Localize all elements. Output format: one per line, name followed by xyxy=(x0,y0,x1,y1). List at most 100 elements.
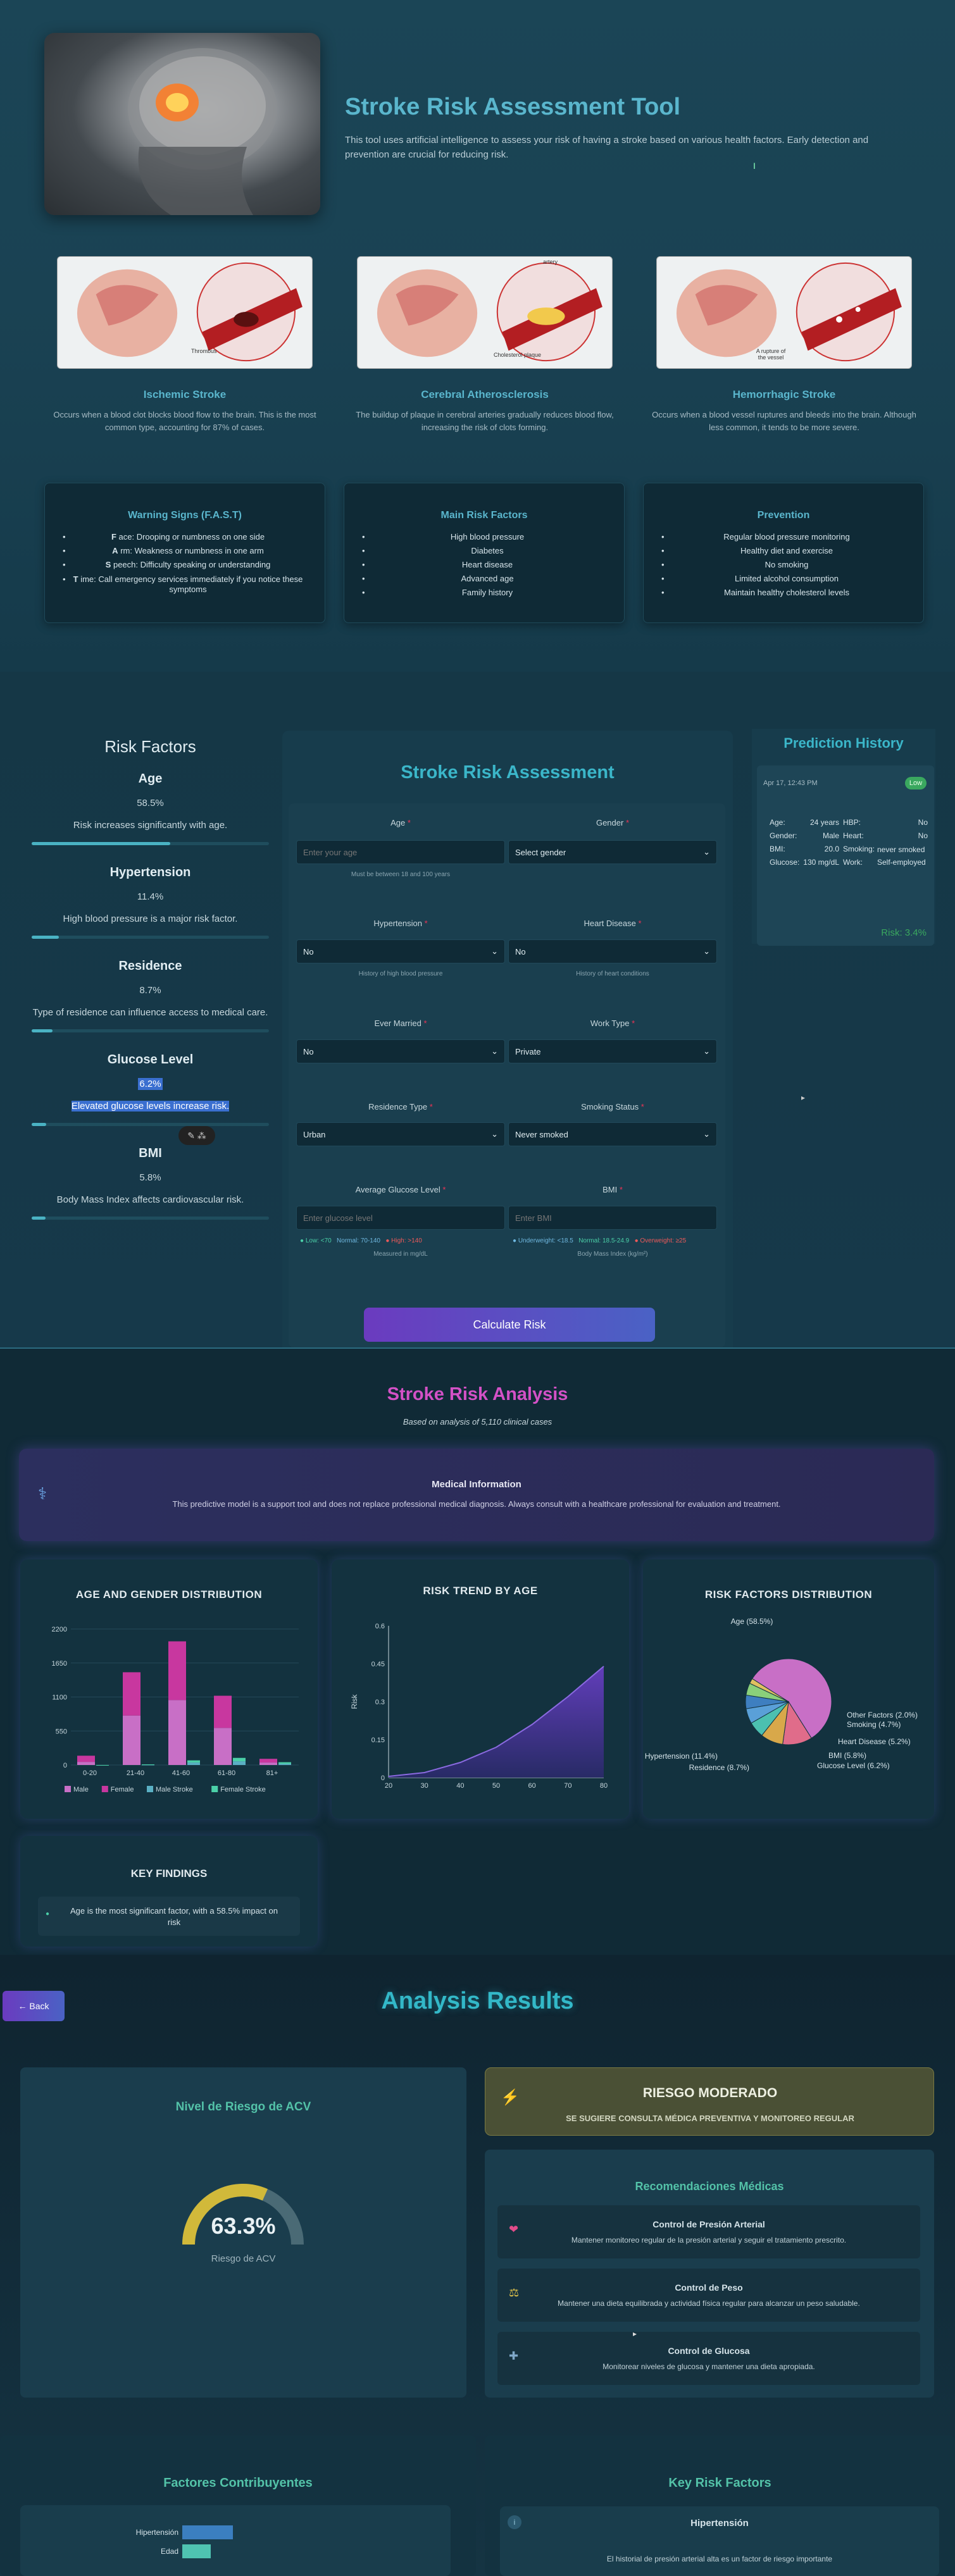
list-item: Heart disease xyxy=(344,558,624,572)
medical-info-banner: ⚕ Medical Information This predictive mo… xyxy=(19,1449,934,1541)
bmi-input[interactable] xyxy=(508,1206,717,1230)
x-tick-label: 41-60 xyxy=(172,1769,190,1777)
page-title: Stroke Risk Assessment Tool xyxy=(345,94,681,120)
age-input[interactable] xyxy=(296,840,505,864)
intro-text: This tool uses artificial intelligence t… xyxy=(345,135,869,160)
atherosclerosis-desc: The buildup of plaque in cerebral arteri… xyxy=(356,410,614,432)
y-tick-label: 0 xyxy=(381,1774,385,1782)
factor-bar xyxy=(32,1029,269,1032)
ischemic-title: Ischemic Stroke xyxy=(143,388,227,400)
ischemic-stroke-image xyxy=(57,256,313,369)
y-tick-label: 2200 xyxy=(52,1626,67,1633)
contributing-factors-title: Factores Contribuyentes xyxy=(163,2476,313,2490)
list-item: High blood pressure xyxy=(344,530,624,544)
residence-type-label: Residence Type * xyxy=(368,1102,433,1112)
contributing-factors-chart: Hipertensión Edad xyxy=(20,2505,451,2576)
calculate-risk-button[interactable]: Calculate Risk xyxy=(364,1308,655,1342)
legend-swatch xyxy=(211,1786,218,1792)
bar-hipertension xyxy=(182,2525,233,2539)
cursor-icon: ▸ xyxy=(801,1093,806,1102)
legend-label: Male xyxy=(73,1786,89,1793)
glucose-label: Average Glucose Level * xyxy=(355,1185,446,1194)
slice-label: Smoking (4.7%) xyxy=(847,1720,901,1729)
history-details: Age: 24 years HBP: No Gender: Male Heart: No B… xyxy=(770,818,928,867)
history-risk: Risk: 3.4% xyxy=(881,927,927,938)
factor-bar xyxy=(32,842,269,845)
ever-married-label: Ever Married * xyxy=(374,1019,427,1028)
hypertension-hint: History of high blood pressure xyxy=(358,970,443,977)
chevron-down-icon: ⌄ xyxy=(491,1129,498,1139)
risk-trend-chart-card: RISK TREND BY AGE 0 0.15 0.3 0.45 0.6 20 30 40 5… xyxy=(332,1559,629,1819)
analysis-subtitle: Based on analysis of 5,110 clinical case… xyxy=(403,1417,552,1427)
x-tick-label: 81+ xyxy=(266,1769,278,1777)
key-risk-factors-section: Key Risk Factors i Hipertensión El histo… xyxy=(485,2436,955,2576)
history-entry-card[interactable]: Apr 17, 12:43 PM Low Age: 24 years HBP: No … xyxy=(757,765,934,946)
bar-female xyxy=(214,1695,232,1728)
bar-male-stroke xyxy=(278,1764,291,1765)
age-gender-bar-chart: 0 550 1100 1650 2200 0-20 21-40 41-60 61-80 81+ Ma… xyxy=(52,1626,299,1793)
legend-swatch xyxy=(65,1786,71,1792)
legend-label: Female xyxy=(111,1786,134,1793)
results-title: Analysis Results xyxy=(381,1988,574,2014)
ever-married-select[interactable]: No ⌄ xyxy=(296,1039,505,1063)
ischemic-desc: Occurs when a blood clot blocks blood fl… xyxy=(53,410,316,432)
list-item: Limited alcohol consumption xyxy=(644,572,923,586)
y-tick-label: 0.15 xyxy=(371,1737,385,1744)
bmi-legend: ● Underweight: <18.5 Normal: 18.5-24.9 ●… xyxy=(513,1237,687,1244)
hypertension-label: Hypertension * xyxy=(373,919,428,928)
translate-popup-icon[interactable]: ✎ ⁂ xyxy=(178,1126,215,1145)
text-cursor-icon: I xyxy=(753,161,756,171)
bar-female xyxy=(168,1641,186,1700)
x-tick-label: 60 xyxy=(528,1782,536,1790)
prediction-history-title: Prediction History xyxy=(783,735,904,751)
form-title: Stroke Risk Assessment xyxy=(401,762,615,783)
work-type-select[interactable]: Private ⌄ xyxy=(508,1039,717,1063)
artery-label: artery xyxy=(543,259,558,265)
factor-bar xyxy=(32,936,269,939)
gender-select[interactable]: Select gender ⌄ xyxy=(508,840,717,864)
risk-factors-panel: Risk Factors Age 58.5% Risk increases si… xyxy=(32,737,269,1240)
slice-label: Heart Disease (5.2%) xyxy=(838,1737,911,1746)
heart-disease-hint: History of heart conditions xyxy=(576,970,649,977)
glucose-legend: ● Low: <70 Normal: 70-140 ● High: >140 xyxy=(300,1237,422,1244)
list-item: Diabetes xyxy=(344,544,624,558)
fast-item: A rm: Weakness or numbness in one arm xyxy=(45,544,325,558)
x-tick-label: 50 xyxy=(492,1782,500,1790)
slice-label: Hypertension (11.4%) xyxy=(645,1752,718,1761)
age-hint: Must be between 18 and 100 years xyxy=(351,871,451,878)
chevron-down-icon: ⌄ xyxy=(703,1046,710,1056)
bar-female xyxy=(259,1759,277,1763)
bar-female-stroke xyxy=(142,1764,154,1766)
heart-disease-select[interactable]: No ⌄ xyxy=(508,939,717,963)
x-tick-label: 20 xyxy=(385,1782,392,1790)
bar-male xyxy=(214,1728,232,1765)
risk-level: RIESGO MODERADO xyxy=(642,2086,778,2100)
recommendations-card: Recomendaciones Médicas ❤ Control de Pre… xyxy=(485,2150,934,2398)
main-factors-title: Main Risk Factors xyxy=(440,510,528,521)
list-item: Advanced age xyxy=(344,572,624,586)
list-item: Family history xyxy=(344,586,624,600)
risk-factor-glucose: Glucose Level 6.2% Elevated glucose leve… xyxy=(32,1053,269,1126)
x-tick-label: 30 xyxy=(421,1782,428,1790)
glucose-input[interactable] xyxy=(296,1206,505,1230)
risk-factor-age: Age 58.5% Risk increases significantly w… xyxy=(32,772,269,845)
residence-type-select[interactable]: Urban ⌄ xyxy=(296,1122,505,1146)
medical-info-text: This predictive model is a support tool … xyxy=(172,1499,781,1509)
chevron-down-icon: ⌄ xyxy=(491,1046,498,1056)
smoking-status-label: Smoking Status * xyxy=(581,1102,644,1112)
factor-bar xyxy=(32,1123,269,1126)
bmi-unit: Body Mass Index (kg/m²) xyxy=(577,1251,648,1258)
bar-female xyxy=(123,1672,140,1716)
contributing-factors-section: Factores Contribuyentes Hipertensión Eda… xyxy=(0,2436,476,2576)
key-risk-item: i Hipertensión El historial de presión a… xyxy=(500,2506,939,2576)
bar-female-stroke xyxy=(187,1760,200,1763)
prevention-title: Prevention xyxy=(757,510,810,521)
risk-factors-pie-card: RISK FACTORS DISTRIBUTION Age (58.5%) Hyp… xyxy=(643,1559,934,1819)
hypertension-select[interactable]: No ⌄ xyxy=(296,939,505,963)
main-risk-factors-card: Main Risk Factors High blood pressure Di… xyxy=(344,483,625,623)
smoking-status-select[interactable]: Never smoked ⌄ xyxy=(508,1122,717,1146)
bar-edad xyxy=(182,2544,211,2558)
risk-factor-bmi: BMI 5.8% Body Mass Index affects cardiov… xyxy=(32,1146,269,1220)
x-tick-label: 40 xyxy=(456,1782,464,1790)
list-item: Maintain healthy cholesterol levels xyxy=(644,586,923,600)
